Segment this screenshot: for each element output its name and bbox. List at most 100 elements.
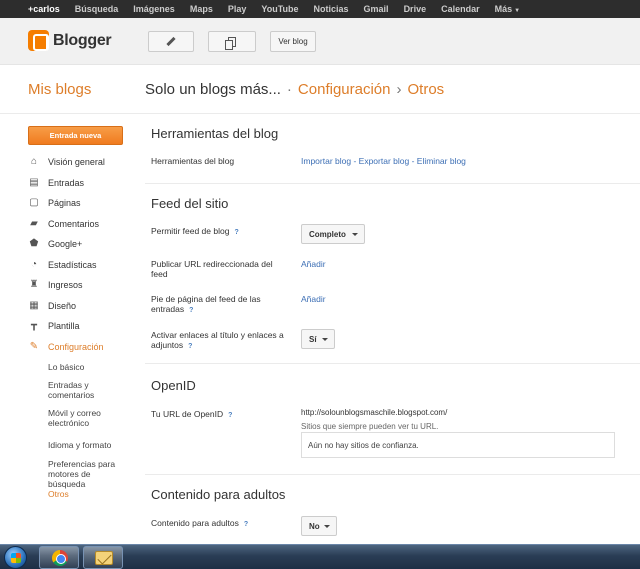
link-separator: - bbox=[351, 156, 359, 166]
title-row: Mis blogs Solo un blogs más... · Configura… bbox=[0, 66, 640, 114]
sidebar-item-label: Configuración bbox=[48, 342, 104, 352]
template-icon: ┳ bbox=[30, 320, 38, 331]
section-title: Contenido para adultos bbox=[151, 487, 286, 502]
pencil-icon bbox=[166, 36, 176, 47]
export-blog-link[interactable]: Exportar blog bbox=[359, 156, 410, 166]
help-icon[interactable]: ? bbox=[244, 521, 248, 528]
sidebar-item-settings[interactable]: ✎ Configuración bbox=[28, 340, 104, 354]
section-adult-content: Contenido para adultos Contenido para ad… bbox=[145, 475, 640, 545]
sidebar-item-comments[interactable]: ▰ Comentarios bbox=[28, 217, 99, 231]
taskbar-mail-button[interactable] bbox=[83, 546, 123, 569]
sidebar-item-label: Google+ bbox=[48, 239, 83, 249]
sidebar-item-label: Diseño bbox=[48, 301, 77, 311]
sidebar-item-google-plus[interactable]: ⬟ Google+ bbox=[28, 237, 83, 251]
section-blog-tools: Herramientas del blog Herramientas del b… bbox=[145, 114, 640, 184]
chevron-down-icon: ▼ bbox=[514, 8, 521, 14]
help-icon[interactable]: ? bbox=[228, 412, 232, 419]
pages-icon: ▢ bbox=[29, 197, 39, 208]
sidebar-subitem-basics[interactable]: Lo básico bbox=[48, 362, 128, 372]
field-label: Publicar URL redireccionada del feed bbox=[151, 259, 273, 279]
gbar-profile-link[interactable]: +carlos bbox=[28, 4, 60, 14]
sidebar-item-label: Ingresos bbox=[48, 280, 83, 290]
select-value: No bbox=[309, 521, 320, 531]
view-blog-button[interactable]: Ver blog bbox=[270, 31, 316, 52]
sidebar-subitem-other[interactable]: Otros bbox=[48, 489, 128, 499]
gbar-news-link[interactable]: Noticias bbox=[314, 4, 349, 14]
sidebar-item-posts[interactable]: ▤ Entradas bbox=[28, 176, 84, 190]
my-blogs-link[interactable]: Mis blogs bbox=[28, 81, 91, 98]
enclosure-select[interactable]: Sí bbox=[301, 329, 335, 349]
enclosure-label: Activar enlaces al título y enlaces a ad… bbox=[151, 330, 284, 350]
blogger-header: Blogger Ver blog bbox=[0, 18, 640, 65]
blogger-logo-icon bbox=[28, 30, 49, 51]
blog-name[interactable]: Solo un blogs más... bbox=[145, 81, 281, 98]
breadcrumb-separator: › bbox=[396, 81, 402, 98]
openid-url-label: Tu URL de OpenID bbox=[151, 409, 224, 419]
sidebar-subitem-mobile-email[interactable]: Móvil y correo electrónico bbox=[48, 408, 128, 428]
google-plus-icon: ⬟ bbox=[29, 238, 39, 249]
new-post-primary-button[interactable]: Entrada nueva bbox=[28, 126, 123, 145]
field-label: Herramientas del blog bbox=[151, 156, 235, 166]
chevron-down-icon bbox=[322, 338, 328, 341]
sidebar-item-label: Entradas bbox=[48, 178, 85, 188]
add-redirect-url-link[interactable]: Añadir bbox=[301, 259, 326, 269]
page-title: Otros bbox=[407, 81, 445, 98]
gbar-gmail-link[interactable]: Gmail bbox=[364, 4, 389, 14]
help-icon[interactable]: ? bbox=[189, 307, 193, 314]
gbar-play-link[interactable]: Play bbox=[228, 4, 247, 14]
field-label: Permitir feed de blog? bbox=[151, 226, 289, 238]
sidebar-subitem-posts-comments[interactable]: Entradas y comentarios bbox=[48, 380, 128, 400]
section-openid: OpenID Tu URL de OpenID? http://solounbl… bbox=[145, 364, 640, 476]
gbar-calendar-link[interactable]: Calendar bbox=[441, 4, 480, 14]
add-feed-footer-link[interactable]: Añadir bbox=[301, 294, 326, 304]
select-value: Sí bbox=[309, 334, 317, 344]
gbar-search-link[interactable]: Búsqueda bbox=[75, 4, 119, 14]
allow-feed-select[interactable]: Completo bbox=[301, 224, 365, 244]
sidebar-subitem-search-prefs[interactable]: Preferencias para motores de búsqueda bbox=[48, 459, 128, 489]
settings-main: Herramientas del blog Herramientas del b… bbox=[145, 114, 640, 544]
sidebar-item-earnings[interactable]: ♜ Ingresos bbox=[28, 278, 83, 292]
blogger-logo[interactable]: Blogger bbox=[28, 30, 112, 51]
help-icon[interactable]: ? bbox=[188, 343, 192, 350]
new-post-button[interactable] bbox=[148, 31, 194, 52]
wrench-icon: ✎ bbox=[29, 341, 39, 352]
sidebar-item-label: Estadísticas bbox=[48, 260, 97, 270]
sidebar-item-layout[interactable]: ▦ Diseño bbox=[28, 299, 76, 313]
help-icon[interactable]: ? bbox=[234, 229, 238, 236]
chrome-icon bbox=[52, 550, 68, 566]
sidebar-item-label: Visión general bbox=[48, 157, 105, 167]
adult-content-select[interactable]: No bbox=[301, 516, 337, 536]
earnings-icon: ♜ bbox=[29, 279, 39, 290]
sidebar-subitem-language[interactable]: Idioma y formato bbox=[48, 440, 128, 450]
gbar-more-link[interactable]: Más ▼ bbox=[495, 4, 520, 14]
sidebar-item-pages[interactable]: ▢ Páginas bbox=[28, 196, 81, 210]
field-label: Contenido para adultos? bbox=[151, 518, 289, 530]
posts-list-button[interactable] bbox=[208, 31, 256, 52]
delete-blog-link[interactable]: Eliminar blog bbox=[417, 156, 466, 166]
sidebar-item-label: Páginas bbox=[48, 198, 81, 208]
blogger-logo-text: Blogger bbox=[53, 31, 112, 49]
sidebar: Entrada nueva ⌂ Visión general ▤ Entradas … bbox=[0, 114, 140, 544]
trusted-sites-list: Aún no hay sitios de confianza. bbox=[301, 432, 615, 458]
taskbar-chrome-button[interactable] bbox=[39, 546, 79, 569]
allow-feed-label: Permitir feed de blog bbox=[151, 226, 230, 236]
layout-icon: ▦ bbox=[29, 300, 39, 311]
sidebar-item-overview[interactable]: ⌂ Visión general bbox=[28, 155, 105, 169]
sidebar-item-stats[interactable]: ◔ Estadísticas bbox=[28, 258, 97, 272]
breadcrumb-separator: · bbox=[286, 81, 292, 98]
section-title: OpenID bbox=[151, 378, 196, 393]
import-blog-link[interactable]: Importar blog bbox=[301, 156, 351, 166]
gbar-drive-link[interactable]: Drive bbox=[404, 4, 427, 14]
pages-icon bbox=[225, 36, 236, 50]
start-button[interactable] bbox=[4, 546, 27, 569]
chevron-down-icon bbox=[352, 233, 358, 236]
breadcrumb-settings[interactable]: Configuración bbox=[298, 81, 391, 98]
stats-icon: ◔ bbox=[30, 259, 38, 270]
adult-content-label: Contenido para adultos bbox=[151, 518, 239, 528]
sidebar-item-label: Comentarios bbox=[48, 219, 100, 229]
field-label: Pie de página del feed de las entradas? bbox=[151, 294, 289, 316]
sidebar-item-template[interactable]: ┳ Plantilla bbox=[28, 319, 80, 333]
gbar-youtube-link[interactable]: YouTube bbox=[261, 4, 298, 14]
gbar-images-link[interactable]: Imágenes bbox=[133, 4, 175, 14]
gbar-maps-link[interactable]: Maps bbox=[190, 4, 213, 14]
